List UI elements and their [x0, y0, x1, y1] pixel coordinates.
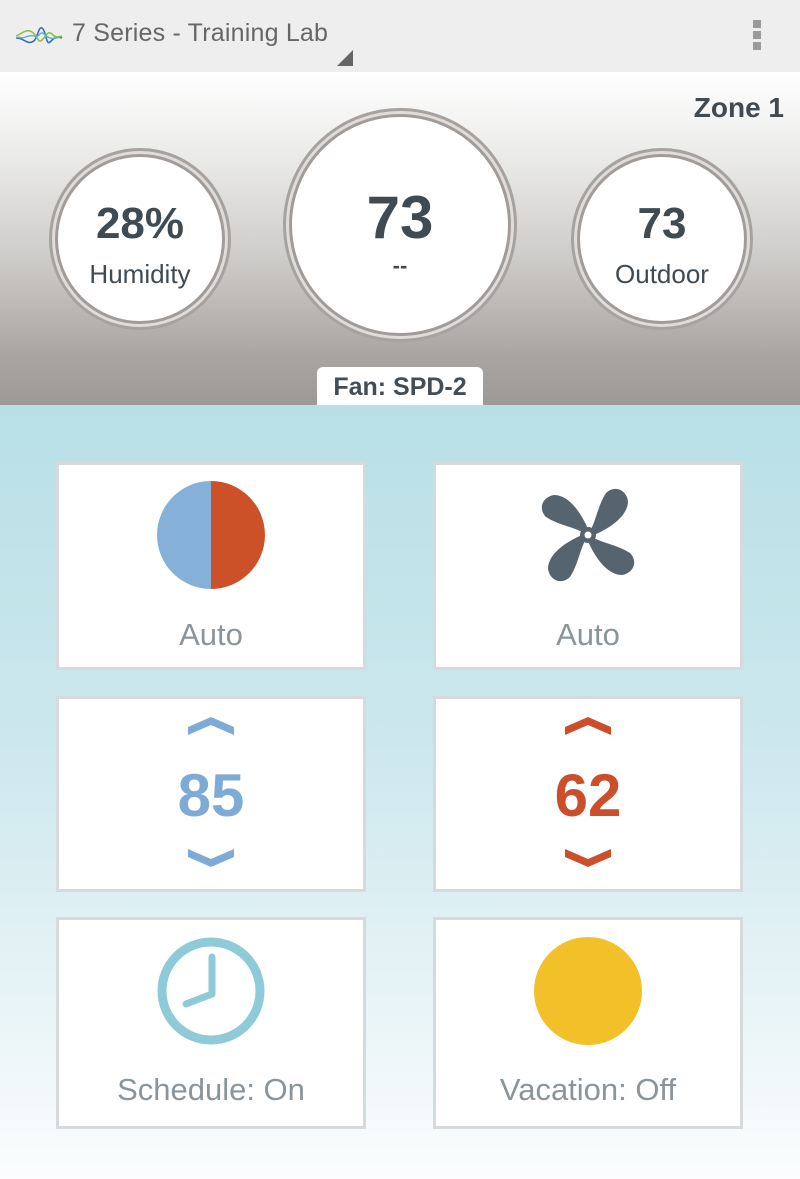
- heat-setpoint-down-button[interactable]: [565, 849, 611, 869]
- heat-setpoint-value: 62: [554, 762, 622, 829]
- auto-mode-half-circle-icon: [157, 481, 265, 589]
- clock-icon: [157, 937, 265, 1045]
- wave-logo-icon: [15, 27, 63, 44]
- humidity-value: 28%: [95, 199, 185, 248]
- zone-status-panel: Zone 1 28% Humidity 73 -- 73 Outdoor Fan…: [0, 72, 800, 405]
- app-bar: 7 Series - Training Lab: [0, 0, 800, 72]
- schedule-label: Schedule: On: [117, 1072, 305, 1107]
- menu-dot: [753, 42, 761, 50]
- fan-mode-button[interactable]: Auto: [433, 462, 743, 670]
- outdoor-temperature-gauge: 73 Outdoor: [577, 154, 747, 324]
- cool-setpoint-value: 85: [177, 762, 245, 829]
- indoor-temperature-gauge: 73 --: [289, 114, 511, 336]
- indoor-status-label: --: [392, 253, 408, 278]
- heat-setpoint-up-button[interactable]: [565, 715, 611, 735]
- cool-setpoint-down-button[interactable]: [188, 849, 234, 869]
- outdoor-label: Outdoor: [615, 259, 709, 289]
- schedule-button[interactable]: Schedule: On: [56, 917, 366, 1129]
- cool-setpoint-up-button[interactable]: [188, 715, 234, 735]
- mode-label: Auto: [179, 617, 243, 652]
- sun-circle-icon: [534, 937, 642, 1045]
- menu-dot: [753, 31, 761, 39]
- overflow-menu-button[interactable]: [748, 20, 768, 52]
- vacation-label: Vacation: Off: [499, 1072, 677, 1107]
- outdoor-temperature-value: 73: [637, 199, 687, 248]
- location-selector[interactable]: 7 Series - Training Lab: [72, 19, 328, 48]
- cool-setpoint-control: 85: [56, 696, 366, 892]
- zone-label: Zone 1: [693, 92, 784, 123]
- vacation-button[interactable]: Vacation: Off: [433, 917, 743, 1129]
- controls-panel: Auto Auto 85 62 Schedule: On Vacation: O…: [0, 405, 800, 1179]
- humidity-label: Humidity: [89, 259, 191, 289]
- indoor-temperature-value: 73: [366, 184, 434, 251]
- humidity-gauge: 28% Humidity: [55, 154, 225, 324]
- dropdown-corner-icon[interactable]: [337, 50, 353, 66]
- heat-setpoint-control: 62: [433, 696, 743, 892]
- mode-button[interactable]: Auto: [56, 462, 366, 670]
- fan-status-tag: Fan: SPD-2: [317, 367, 483, 405]
- fan-icon: [541, 488, 635, 582]
- menu-dot: [753, 20, 761, 28]
- fan-mode-label: Auto: [556, 617, 620, 652]
